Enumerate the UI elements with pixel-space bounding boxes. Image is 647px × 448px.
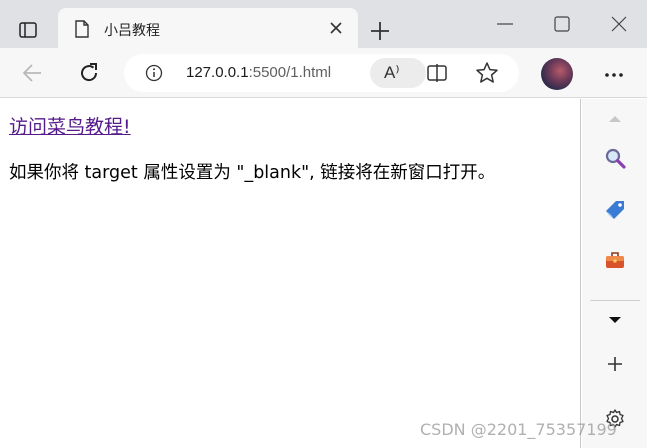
- window-close-icon[interactable]: [607, 12, 631, 36]
- page-paragraph: 如果你将 target 属性设置为 "_blank", 链接将在新窗口打开。: [9, 163, 496, 183]
- tab-title: 小吕教程: [104, 23, 160, 39]
- tab-close-icon[interactable]: [328, 20, 344, 36]
- more-icon[interactable]: [602, 72, 626, 78]
- reload-icon[interactable]: [76, 60, 102, 86]
- url-host: 127.0.0.1: [186, 64, 249, 81]
- split-screen-icon[interactable]: [424, 60, 450, 86]
- add-sidebar-app-icon[interactable]: [603, 352, 627, 376]
- runoob-link[interactable]: 访问菜鸟教程!: [9, 112, 131, 139]
- edge-sidebar: [582, 99, 647, 448]
- avatar[interactable]: [541, 58, 573, 90]
- search-icon[interactable]: [603, 146, 627, 170]
- url-path: :5500/1.html: [248, 64, 332, 81]
- tab-actions-button[interactable]: [10, 14, 46, 46]
- sidebar-divider: [590, 300, 640, 301]
- title-bar: 小吕教程: [0, 0, 647, 48]
- tag-icon[interactable]: [603, 198, 627, 222]
- read-aloud-icon: A⁾: [384, 63, 400, 82]
- back-arrow-icon[interactable]: [20, 60, 46, 86]
- active-tab[interactable]: 小吕教程: [58, 8, 358, 48]
- page-icon: [75, 20, 89, 38]
- tab-actions-icon: [19, 22, 37, 38]
- csdn-watermark: CSDN @2201_75357199: [420, 420, 617, 439]
- scroll-up-icon[interactable]: [603, 107, 627, 131]
- address-bar[interactable]: 127.0.0.1:5500/1.html A⁾: [124, 54, 519, 92]
- read-aloud-button[interactable]: A⁾: [370, 58, 426, 88]
- url-text[interactable]: 127.0.0.1:5500/1.html: [186, 64, 331, 81]
- minimize-icon[interactable]: [493, 12, 517, 36]
- navigation-toolbar: 127.0.0.1:5500/1.html A⁾: [0, 48, 647, 98]
- new-tab-icon[interactable]: [366, 17, 394, 45]
- info-icon[interactable]: [145, 64, 163, 82]
- maximize-icon[interactable]: [550, 12, 574, 36]
- page-viewport: 访问菜鸟教程! 如果你将 target 属性设置为 "_blank", 链接将在…: [0, 99, 581, 448]
- toolbox-icon[interactable]: [603, 248, 627, 272]
- scroll-down-icon[interactable]: [603, 308, 627, 332]
- star-icon[interactable]: [474, 60, 500, 86]
